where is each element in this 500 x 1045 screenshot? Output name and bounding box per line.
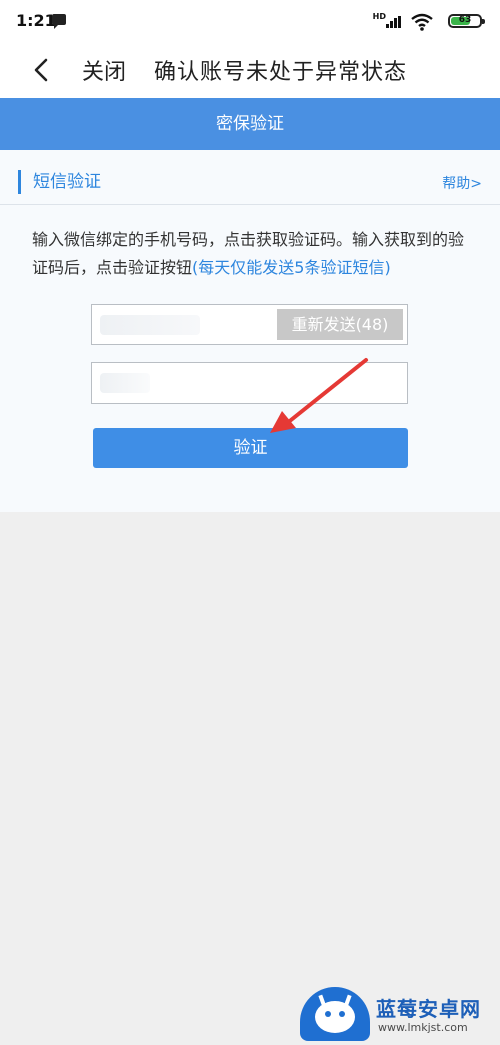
security-verification-banner: 密保验证 [0,98,500,150]
watermark-title: 蓝莓安卓网 [376,997,481,1021]
wifi-icon [411,13,433,31]
resend-code-button[interactable]: 重新发送(48) [277,309,403,340]
phone-number-value [100,315,200,335]
message-icon [52,14,66,29]
verification-code-value [100,373,150,393]
instruction-text: 输入微信绑定的手机号码，点击获取验证码。输入获取到的验证码后，点击验证按钮(每天… [32,226,477,282]
back-arrow-icon[interactable] [26,54,58,86]
sms-verification-card: 短信验证 帮助> 输入微信绑定的手机号码，点击获取验证码。输入获取到的验证码后，… [0,150,500,512]
page-title: 确认账号未处于异常状态 [154,60,408,85]
network-label: HD [372,12,386,21]
watermark-logo: 蓝莓安卓网 www.lmkjst.com [296,985,500,1042]
battery-icon: 63 [448,14,485,28]
status-bar: 1:21 HD 63 [0,0,500,42]
status-time: 1:21 [16,11,56,30]
phone-number-field[interactable]: 重新发送(48) [91,304,408,345]
nav-bar: 关闭 确认账号未处于异常状态 [0,42,500,98]
watermark-badge-icon [300,987,370,1041]
help-link[interactable]: 帮助> [442,173,482,193]
divider [0,204,500,205]
signal-icon [386,16,402,28]
section-title: 短信验证 [18,170,101,194]
close-button[interactable]: 关闭 [82,54,126,86]
red-arrow-annotation [270,358,368,433]
watermark-url: www.lmkjst.com [378,1021,468,1034]
battery-level: 63 [458,15,472,25]
instruction-limit-note: (每天仅能发送5条验证短信) [192,258,391,277]
